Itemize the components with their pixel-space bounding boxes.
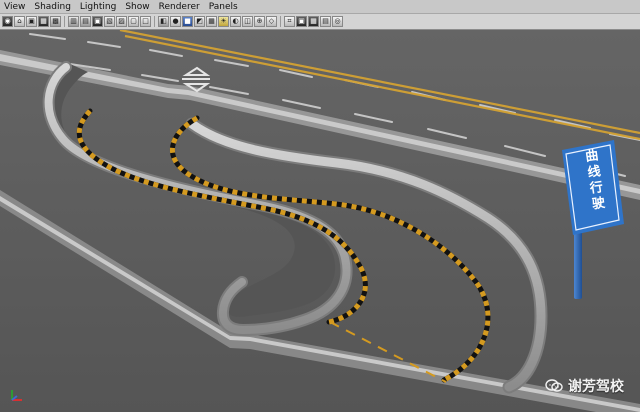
- viewport-menu-bar: View Shading Lighting Show Renderer Pane…: [0, 0, 640, 14]
- sign-char-1: 曲: [584, 147, 599, 165]
- gate-mask-icon[interactable]: ▧: [104, 16, 115, 27]
- show-menu[interactable]: Show: [125, 0, 149, 14]
- field-chart-icon[interactable]: ▨: [116, 16, 127, 27]
- xray-icon[interactable]: ◫: [242, 16, 253, 27]
- watermark-text: 谢芳驾校: [568, 379, 624, 395]
- grid-icon[interactable]: ▥: [68, 16, 79, 27]
- film-gate-icon[interactable]: ▤: [80, 16, 91, 27]
- bookmark-icon[interactable]: ▣: [26, 16, 37, 27]
- safe-title-icon[interactable]: □: [140, 16, 151, 27]
- backface-culling-icon[interactable]: ◇: [266, 16, 277, 27]
- wireframe-icon[interactable]: ◧: [158, 16, 169, 27]
- safe-action-icon[interactable]: ▢: [128, 16, 139, 27]
- xray-joints-icon[interactable]: ⊕: [254, 16, 265, 27]
- wireframe-on-shaded-icon[interactable]: ◩: [194, 16, 205, 27]
- toolbar-separator: [64, 16, 65, 27]
- sign-char-3: 行: [588, 179, 604, 197]
- toolbar-separator: [280, 16, 281, 27]
- road-scene-render: 曲 线 行 驶: [0, 30, 640, 412]
- sign-char-4: 驶: [591, 195, 606, 213]
- shading-menu[interactable]: Shading: [34, 0, 71, 14]
- wechat-watermark: 谢芳驾校: [545, 376, 624, 396]
- view-menu[interactable]: View: [4, 0, 25, 14]
- lighting-menu[interactable]: Lighting: [80, 0, 116, 14]
- 2d-pan-zoom-icon[interactable]: ▩: [50, 16, 61, 27]
- hypershade-icon[interactable]: ◎: [332, 16, 343, 27]
- 3d-scene-viewport[interactable]: 曲 线 行 驶 谢芳驾校: [0, 30, 640, 412]
- ipr-render-icon[interactable]: ▦: [308, 16, 319, 27]
- render-view-icon[interactable]: ▣: [296, 16, 307, 27]
- sign-char-2: 线: [587, 163, 602, 181]
- shadows-icon[interactable]: ◐: [230, 16, 241, 27]
- camera-attributes-icon[interactable]: ◉: [2, 16, 13, 27]
- use-default-material-icon[interactable]: ■: [182, 16, 193, 27]
- renderer-menu[interactable]: Renderer: [159, 0, 200, 14]
- smooth-shade-icon[interactable]: ●: [170, 16, 181, 27]
- render-settings-icon[interactable]: ▤: [320, 16, 331, 27]
- image-plane-icon[interactable]: ▦: [38, 16, 49, 27]
- maya-viewport-window: View Shading Lighting Show Renderer Pane…: [0, 0, 640, 412]
- textured-icon[interactable]: ▦: [206, 16, 217, 27]
- axis-indicator-icon: [11, 390, 22, 401]
- toolbar-separator: [154, 16, 155, 27]
- isolate-select-icon[interactable]: ⌗: [284, 16, 295, 27]
- camera-icon[interactable]: ⌂: [14, 16, 25, 27]
- viewport-toolbar: ◉ ⌂ ▣ ▦ ▩ ▥ ▤ ▣ ▧ ▨ ▢ □ ◧ ● ■ ◩ ▦ ☀ ◐ ◫ …: [0, 14, 640, 30]
- use-all-lights-icon[interactable]: ☀: [218, 16, 229, 27]
- chat-icon: [545, 379, 563, 392]
- resolution-gate-icon[interactable]: ▣: [92, 16, 103, 27]
- panels-menu[interactable]: Panels: [209, 0, 238, 14]
